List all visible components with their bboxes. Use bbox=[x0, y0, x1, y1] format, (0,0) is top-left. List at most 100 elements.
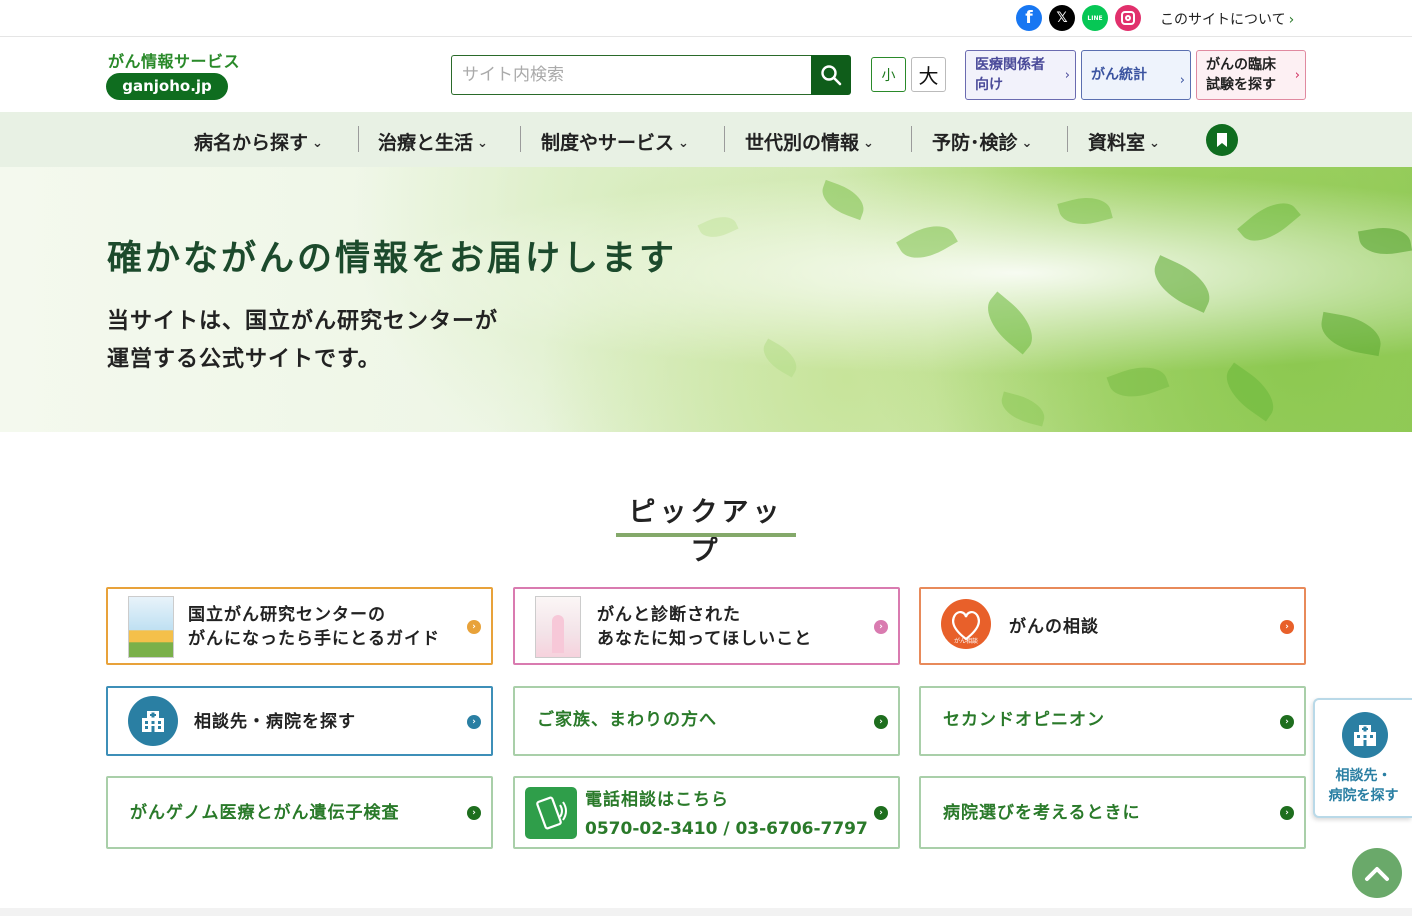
nav-item-library[interactable]: 資料室 ⌄ bbox=[1088, 128, 1160, 155]
nav-item-label: 世代別の情報 bbox=[745, 132, 860, 154]
about-site-link[interactable]: このサイトについて › bbox=[1160, 9, 1294, 29]
nav-divider bbox=[358, 126, 359, 152]
card-label-line-1: がんゲノム医療とがん遺伝子検査 bbox=[130, 803, 400, 823]
facebook-icon[interactable]: f bbox=[1016, 5, 1042, 31]
card-label-line-1: 病院選びを考えるときに bbox=[943, 803, 1141, 823]
pickup-card-genome[interactable]: がんゲノム医療とがん遺伝子検査 › bbox=[106, 776, 493, 849]
logo-badge[interactable]: ganjoho.jp bbox=[106, 73, 228, 100]
nav-item-label: 治療と生活 bbox=[378, 132, 474, 154]
arrow-circle-icon: › bbox=[874, 715, 888, 729]
card-label-line-2: がんになったら手にとるガイド bbox=[188, 629, 440, 649]
card-label-line-1: がんと診断された bbox=[597, 605, 741, 625]
nav-item-label: 予防･検診 bbox=[932, 132, 1018, 154]
medical-professionals-button[interactable]: 医療関係者 向け › bbox=[965, 50, 1076, 100]
card-label-line-1: ご家族、まわりの方へ bbox=[537, 710, 717, 730]
clinical-trials-label-2: 試験を探す bbox=[1206, 77, 1276, 93]
hero-description-line-2: 運営する公式サイトです。 bbox=[107, 347, 381, 372]
chevron-down-icon: ⌄ bbox=[678, 136, 689, 151]
chevron-down-icon: ⌄ bbox=[863, 136, 874, 151]
nav-divider bbox=[1067, 126, 1068, 152]
medical-professionals-label-1: 医療関係者 bbox=[975, 57, 1045, 73]
line-icon[interactable]: LINE bbox=[1082, 5, 1108, 31]
consultation-icon-text: がん相談 bbox=[954, 637, 978, 645]
nav-item-treatment[interactable]: 治療と生活 ⌄ bbox=[378, 128, 488, 155]
instagram-icon[interactable] bbox=[1115, 5, 1141, 31]
search-button[interactable] bbox=[811, 55, 851, 95]
phone-numbers: 0570-02-3410 / 03-6706-7797 bbox=[585, 819, 868, 839]
card-label-line-1: 相談先・病院を探す bbox=[194, 712, 356, 732]
clinical-trials-label-1: がんの臨床 bbox=[1206, 57, 1276, 73]
arrow-circle-icon: › bbox=[467, 620, 481, 634]
nav-divider bbox=[911, 126, 912, 152]
x-twitter-icon[interactable]: 𝕏 bbox=[1049, 5, 1075, 31]
card-label-line-1: 電話相談はこちら bbox=[585, 790, 729, 810]
chevron-down-icon: ⌄ bbox=[477, 136, 488, 151]
booklet-cover-icon bbox=[535, 596, 581, 658]
hospital-icon bbox=[128, 696, 178, 746]
arrow-circle-icon: › bbox=[467, 806, 481, 820]
nav-item-label: 病名から探す bbox=[194, 132, 309, 154]
pickup-card-second-opinion[interactable]: セカンドオピニオン › bbox=[919, 686, 1306, 756]
consultation-heart-icon: がん相談 bbox=[941, 599, 991, 649]
arrow-circle-icon: › bbox=[874, 806, 888, 820]
nav-item-disease[interactable]: 病名から探す ⌄ bbox=[194, 128, 323, 155]
font-size-large-button[interactable]: 大 bbox=[911, 57, 946, 92]
nav-divider bbox=[724, 126, 725, 152]
card-label-line-1: がんの相談 bbox=[1009, 617, 1099, 637]
hospital-icon bbox=[1342, 712, 1388, 758]
pickup-heading: ピックアップ bbox=[628, 497, 784, 567]
chevron-right-icon: › bbox=[1064, 68, 1070, 83]
search-icon bbox=[821, 65, 842, 86]
font-size-small-button[interactable]: 小 bbox=[871, 57, 906, 92]
arrow-circle-icon: › bbox=[874, 620, 888, 634]
medical-professionals-label-2: 向け bbox=[975, 77, 1003, 93]
arrow-circle-icon: › bbox=[1280, 806, 1294, 820]
pickup-card-choose-hospital[interactable]: 病院選びを考えるときに › bbox=[919, 776, 1306, 849]
chevron-down-icon: ⌄ bbox=[1021, 136, 1033, 151]
pickup-card-phone-consultation[interactable]: 電話相談はこちら 0570-02-3410 / 03-6706-7797 › bbox=[513, 776, 900, 849]
search-input[interactable] bbox=[451, 55, 812, 95]
back-to-top-button[interactable] bbox=[1352, 848, 1402, 898]
floating-hospital-label-2: 病院を探す bbox=[1328, 788, 1399, 804]
card-label-line-1: セカンドオピニオン bbox=[943, 710, 1105, 730]
phone-icon bbox=[525, 787, 577, 839]
main-nav: 病名から探す ⌄ 治療と生活 ⌄ 制度やサービス ⌄ 世代別の情報 ⌄ 予防･検診 ⌄ 資… bbox=[0, 112, 1412, 167]
chevron-right-icon: › bbox=[1288, 12, 1295, 28]
pickup-card-find-hospital[interactable]: 相談先・病院を探す › bbox=[106, 686, 493, 756]
nav-divider bbox=[520, 126, 521, 152]
card-label-line-1: 国立がん研究センターの bbox=[188, 605, 386, 625]
nav-item-prevention[interactable]: 予防･検診 ⌄ bbox=[932, 128, 1032, 155]
arrow-circle-icon: › bbox=[467, 715, 481, 729]
nav-item-services[interactable]: 制度やサービス ⌄ bbox=[541, 128, 689, 155]
top-bar: f 𝕏 LINE このサイトについて › bbox=[0, 0, 1412, 37]
pickup-card-diagnosed[interactable]: がんと診断された あなたに知ってほしいこと › bbox=[513, 587, 900, 665]
about-site-label: このサイトについて bbox=[1160, 12, 1286, 28]
cancer-statistics-button[interactable]: がん統計 › bbox=[1081, 50, 1191, 100]
card-label-line-2: あなたに知ってほしいこと bbox=[597, 629, 813, 649]
logo-text[interactable]: がん情報サービス bbox=[108, 48, 240, 72]
chevron-right-icon: › bbox=[1179, 73, 1185, 88]
cancer-statistics-label: がん統計 bbox=[1091, 67, 1147, 83]
arrow-circle-icon: › bbox=[1280, 715, 1294, 729]
hero-banner bbox=[0, 167, 1412, 432]
chevron-down-icon: ⌄ bbox=[1149, 136, 1160, 151]
floating-find-hospital-button[interactable]: 相談先・ 病院を探す bbox=[1313, 698, 1412, 818]
pickup-card-consultation[interactable]: がん相談 がんの相談 › bbox=[919, 587, 1306, 665]
guidebook-cover-icon bbox=[128, 596, 174, 658]
chevron-up-icon bbox=[1365, 867, 1389, 881]
chevron-down-icon: ⌄ bbox=[312, 136, 323, 151]
nav-item-label: 資料室 bbox=[1088, 132, 1146, 154]
pickup-card-family[interactable]: ご家族、まわりの方へ › bbox=[513, 686, 900, 756]
clinical-trials-button[interactable]: がんの臨床 試験を探す › bbox=[1196, 50, 1306, 100]
floating-hospital-label-1: 相談先・ bbox=[1335, 768, 1392, 784]
nav-item-label: 制度やサービス bbox=[541, 132, 675, 154]
footer-strip bbox=[0, 908, 1412, 916]
pickup-heading-underline bbox=[616, 533, 796, 537]
nav-item-generation[interactable]: 世代別の情報 ⌄ bbox=[745, 128, 874, 155]
chevron-right-icon: › bbox=[1294, 68, 1300, 83]
bookmark-button[interactable] bbox=[1206, 124, 1238, 156]
arrow-circle-icon: › bbox=[1280, 620, 1294, 634]
hero-title: 確かながんの情報をお届けします bbox=[107, 239, 678, 279]
bookmark-icon bbox=[1217, 133, 1227, 147]
pickup-card-guidebook[interactable]: 国立がん研究センターの がんになったら手にとるガイド › bbox=[106, 587, 493, 665]
